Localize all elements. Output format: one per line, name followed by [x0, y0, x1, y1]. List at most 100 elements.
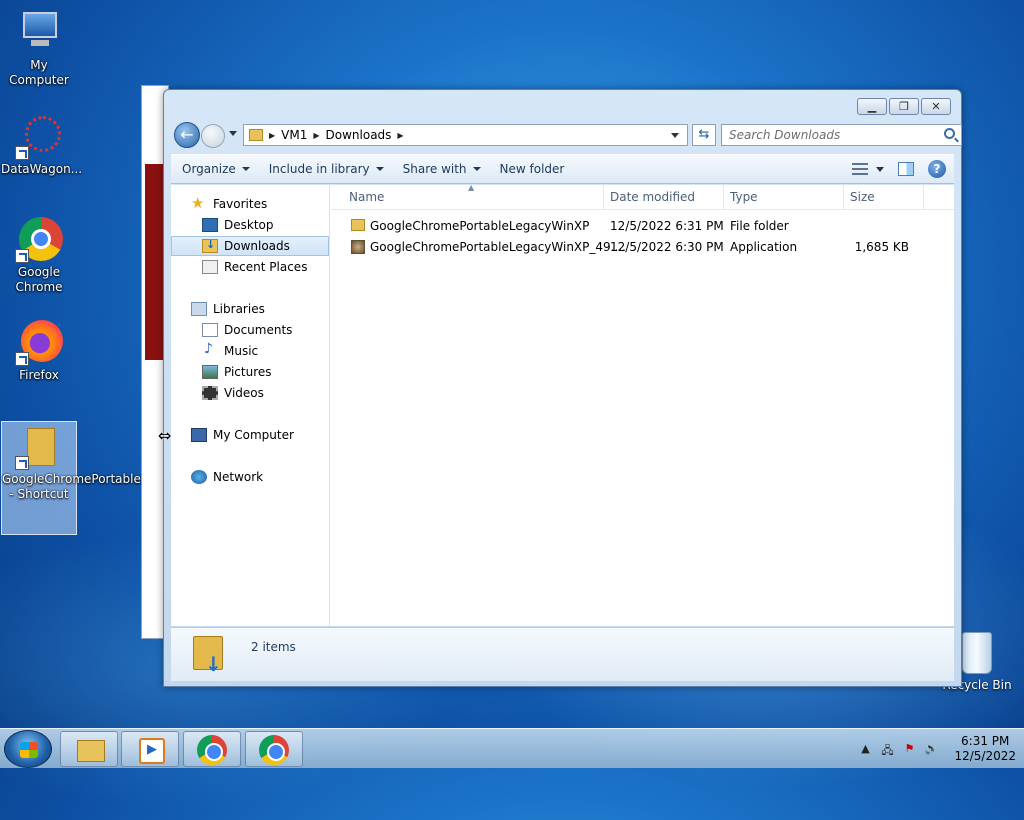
minimize-button[interactable]: ▁	[857, 98, 887, 115]
desktop-icon-label: My Computer	[9, 58, 69, 87]
star-icon	[191, 194, 207, 212]
downloads-folder-icon: ↓	[193, 636, 227, 676]
nav-videos[interactable]: Videos	[171, 383, 329, 403]
address-row: ← ▶ VM1 ▶ Downloads ▶ ⇆ Search Downloads	[172, 122, 962, 148]
help-icon[interactable]: ?	[928, 160, 946, 178]
shortcut-arrow-icon	[15, 146, 29, 160]
computer-icon	[15, 8, 63, 56]
downloads-folder-icon	[202, 238, 218, 253]
search-input[interactable]: Search Downloads	[721, 124, 962, 146]
desktop-icon-my-computer[interactable]: My Computer	[1, 8, 77, 88]
command-bar: Organize Include in library Share with N…	[171, 154, 954, 184]
breadcrumb-arrow-icon[interactable]: ▶	[269, 131, 275, 140]
chevron-down-icon	[876, 166, 884, 172]
nav-libraries[interactable]: Libraries	[171, 299, 329, 319]
address-dropdown-icon[interactable]	[671, 133, 679, 138]
column-name[interactable]: Name	[349, 190, 384, 204]
item-count: 2 items	[251, 640, 296, 654]
new-folder-button[interactable]: New folder	[500, 162, 565, 176]
folder-icon	[249, 129, 263, 141]
resize-cursor-icon: ⇔	[158, 426, 172, 445]
include-in-library-button[interactable]: Include in library	[269, 162, 384, 176]
clock[interactable]: 6:31 PM 12/5/2022	[954, 734, 1016, 764]
folder-icon	[351, 219, 365, 231]
action-center-icon[interactable]: ⚑	[902, 742, 916, 756]
nav-my-computer[interactable]: My Computer	[171, 425, 329, 445]
share-with-button[interactable]: Share with	[403, 162, 481, 176]
chrome-icon	[15, 215, 63, 263]
window-controls: ▁ ❐ ✕	[857, 98, 951, 115]
close-button[interactable]: ✕	[921, 98, 951, 115]
start-button[interactable]	[4, 730, 52, 768]
nav-desktop[interactable]: Desktop	[171, 215, 329, 235]
recycle-bin-icon	[962, 632, 992, 674]
change-view-button[interactable]	[852, 163, 884, 175]
details-pane: ↓ 2 items	[171, 627, 954, 681]
show-hidden-icons-icon[interactable]: ▲	[858, 742, 872, 756]
nav-favorites[interactable]: Favorites	[171, 194, 329, 214]
taskbar-explorer-button[interactable]	[60, 731, 118, 767]
documents-icon	[202, 323, 218, 337]
breadcrumb-arrow-icon[interactable]: ▶	[313, 131, 319, 140]
network-icon[interactable]: 🖧	[880, 742, 894, 757]
forward-button[interactable]	[201, 124, 225, 148]
chrome-icon	[197, 735, 227, 765]
column-header: ▲ Name Date modified Type Size	[331, 183, 954, 210]
file-date: 12/5/2022 6:30 PM	[610, 240, 724, 254]
taskbar-chrome-button[interactable]	[245, 731, 303, 767]
shortcut-arrow-icon	[15, 249, 29, 263]
file-list: ▲ Name Date modified Type Size GoogleChr…	[331, 183, 954, 626]
desktop-icon-google-chrome[interactable]: Google Chrome	[1, 215, 77, 295]
desktop-icon-label: GoogleChromePortableLegacyWinXP - Shortc…	[2, 472, 222, 501]
recent-places-icon	[202, 260, 218, 274]
volume-icon[interactable]: 🔊	[924, 742, 939, 756]
explorer-body: Favorites Desktop Downloads Recent Place…	[171, 183, 954, 626]
column-date-modified[interactable]: Date modified	[610, 190, 695, 204]
breadcrumb-arrow-icon[interactable]: ▶	[397, 131, 403, 140]
chevron-down-icon	[241, 167, 250, 171]
search-icon[interactable]	[944, 128, 955, 139]
address-bar[interactable]: ▶ VM1 ▶ Downloads ▶	[243, 124, 688, 146]
computer-icon	[191, 428, 207, 442]
file-type: Application	[730, 240, 798, 254]
explorer-window: ▁ ❐ ✕ ← ▶ VM1 ▶ Downloads ▶ ⇆ Search Dow…	[163, 89, 962, 687]
nav-recent-places[interactable]: Recent Places	[171, 257, 329, 277]
maximize-button[interactable]: ❐	[889, 98, 919, 115]
desktop-icon-datawagon[interactable]: DataWagon...	[1, 112, 83, 177]
organize-button[interactable]: Organize	[182, 162, 250, 176]
music-icon	[202, 341, 218, 358]
taskbar-chrome-button[interactable]	[183, 731, 241, 767]
folder-shortcut-icon	[15, 422, 63, 470]
back-button[interactable]: ←	[174, 122, 200, 148]
desktop-icon	[202, 218, 218, 232]
refresh-button[interactable]: ⇆	[692, 124, 716, 146]
nav-downloads[interactable]: Downloads	[171, 236, 329, 256]
nav-pictures[interactable]: Pictures	[171, 362, 329, 382]
breadcrumb-downloads[interactable]: Downloads	[326, 128, 392, 142]
desktop-icon-firefox[interactable]: Firefox	[1, 318, 77, 383]
recent-pages-dropdown[interactable]	[229, 131, 237, 136]
videos-icon	[202, 386, 218, 400]
file-row[interactable]: GoogleChromePortableLegacyWinXP_49.... 1…	[341, 237, 944, 258]
nav-network[interactable]: Network	[171, 467, 329, 487]
view-details-icon	[852, 163, 868, 175]
shortcut-arrow-icon	[15, 352, 29, 366]
taskbar-media-player-button[interactable]	[121, 731, 179, 767]
desktop-icon-label: DataWagon...	[1, 162, 83, 176]
preview-pane-icon[interactable]	[898, 162, 914, 176]
application-icon	[351, 240, 365, 254]
sort-ascending-icon: ▲	[468, 183, 475, 192]
network-icon	[191, 470, 207, 484]
column-type[interactable]: Type	[730, 190, 758, 204]
pictures-icon	[202, 365, 218, 379]
taskbar: ▲ 🖧 ⚑ 🔊 6:31 PM 12/5/2022	[0, 728, 1024, 768]
file-row[interactable]: GoogleChromePortableLegacyWinXP 12/5/202…	[341, 216, 944, 237]
column-size[interactable]: Size	[850, 190, 875, 204]
breadcrumb-vm1[interactable]: VM1	[281, 128, 307, 142]
chevron-down-icon	[472, 167, 481, 171]
nav-documents[interactable]: Documents	[171, 320, 329, 340]
nav-music[interactable]: Music	[171, 341, 329, 361]
clock-time: 6:31 PM	[961, 734, 1010, 748]
search-placeholder: Search Downloads	[729, 128, 841, 142]
desktop-icon-chrome-portable-shortcut[interactable]: GoogleChromePortableLegacyWinXP - Shortc…	[1, 421, 222, 535]
